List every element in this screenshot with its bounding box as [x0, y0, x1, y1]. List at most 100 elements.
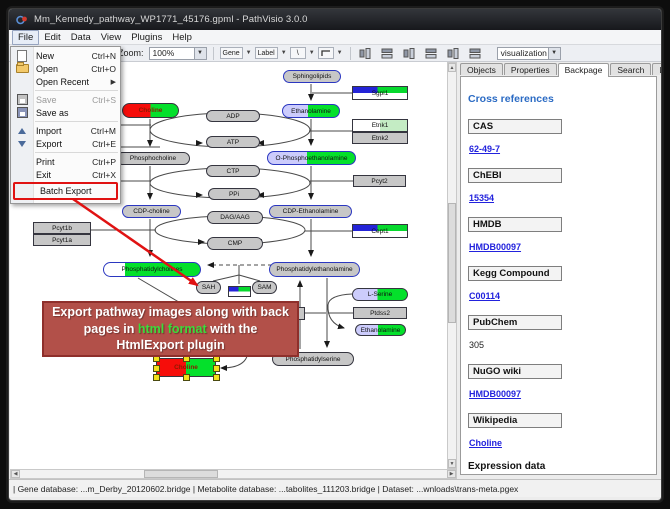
- selection-handle[interactable]: [153, 365, 160, 372]
- expression-data-heading: Expression data: [468, 461, 650, 472]
- tab-properties[interactable]: Properties: [504, 63, 557, 75]
- gene-tool-button[interactable]: Gene: [220, 47, 243, 59]
- menubar-item-edit[interactable]: Edit: [39, 31, 65, 44]
- pathway-node-ethanolamine-top[interactable]: Ethanolamine: [282, 104, 340, 118]
- backpage-value-cas[interactable]: 62-49-7: [469, 144, 500, 154]
- pathway-node-cdp-choline[interactable]: CDP-choline: [122, 205, 181, 218]
- pathway-node-etnk2[interactable]: Etnk2: [352, 132, 408, 144]
- menu-separator: [35, 121, 118, 122]
- file-menu-item-import[interactable]: ImportCtrl+M: [11, 124, 120, 137]
- menu-item-label: Print: [36, 157, 92, 167]
- chevron-down-icon[interactable]: ▼: [548, 48, 560, 59]
- backpage-section-chebi: ChEBI: [468, 168, 562, 183]
- align-center-y-icon[interactable]: [379, 47, 395, 60]
- selection-handle[interactable]: [153, 374, 160, 381]
- scroll-left-icon[interactable]: ◀: [11, 470, 20, 478]
- hscroll-thumb[interactable]: [144, 470, 218, 478]
- file-menu-item-save-as[interactable]: Save as: [11, 106, 120, 119]
- selection-handle[interactable]: [213, 365, 220, 372]
- pathway-node-pcyt1b[interactable]: Pcyt1b: [33, 222, 91, 234]
- pathway-node-cept1[interactable]: Cept1: [352, 224, 408, 238]
- new-document-icon: [14, 50, 30, 61]
- pathway-node-dag-aag[interactable]: DAG/AAG: [207, 211, 263, 224]
- pathway-node-pemt[interactable]: [228, 286, 251, 297]
- scroll-right-icon[interactable]: ▶: [447, 470, 456, 478]
- canvas-hscrollbar[interactable]: ◀ ▶: [10, 469, 457, 479]
- backpage-value-kegg-compound[interactable]: C00114: [469, 291, 500, 301]
- menu-bar: FileEditDataViewPluginsHelp: [9, 30, 661, 45]
- file-menu-item-export[interactable]: ExportCtrl+E: [11, 137, 120, 150]
- file-menu-item-print[interactable]: PrintCtrl+P: [11, 155, 120, 168]
- pathway-node-pcyt2[interactable]: Pcyt2: [353, 175, 406, 187]
- tab-search[interactable]: Search: [610, 63, 651, 75]
- tab-legend[interactable]: Legend: [652, 63, 662, 75]
- label-tool-button[interactable]: Label: [255, 47, 278, 59]
- chevron-down-icon[interactable]: ▼: [194, 48, 206, 59]
- pathway-node-l-serine[interactable]: L-Serine: [352, 288, 408, 301]
- chevron-down-icon[interactable]: ▼: [245, 50, 253, 56]
- pathway-node-cdp-ethanolamine[interactable]: CDP-Ethanolamine: [269, 205, 352, 218]
- pathway-node-sphingolipids[interactable]: Sphingolipids: [283, 70, 341, 83]
- stack-vertical-icon[interactable]: [401, 47, 417, 60]
- scroll-up-icon[interactable]: ▲: [448, 63, 456, 72]
- tab-backpage[interactable]: Backpage: [558, 63, 610, 77]
- backpage-value-wikipedia[interactable]: Choline: [469, 438, 502, 448]
- chevron-down-icon[interactable]: ▼: [336, 50, 344, 56]
- file-menu-item-batch-export[interactable]: Batch Export: [13, 182, 118, 200]
- pathway-node-o-phosphoethanolamine[interactable]: O-Phosphoethanolamine: [267, 151, 356, 165]
- pathway-node-pcyt1a[interactable]: Pcyt1a: [33, 234, 91, 246]
- menubar-item-help[interactable]: Help: [167, 31, 197, 44]
- pathway-node-choline-top[interactable]: Choline: [122, 103, 179, 118]
- pathway-node-ctp[interactable]: CTP: [206, 165, 260, 177]
- scroll-down-icon[interactable]: ▼: [448, 459, 456, 468]
- menu-item-label: Import: [36, 126, 91, 136]
- backpage-value-chebi[interactable]: 15354: [469, 193, 494, 203]
- menubar-item-view[interactable]: View: [96, 31, 126, 44]
- title-bar[interactable]: Mm_Kennedy_pathway_WP1771_45176.gpml - P…: [9, 9, 661, 30]
- pathway-node-etnk1[interactable]: Etnk1: [352, 119, 408, 132]
- file-menu-item-exit[interactable]: ExitCtrl+X: [11, 168, 120, 181]
- pathway-node-ptdss2[interactable]: Ptdss2: [353, 307, 407, 319]
- selection-handle[interactable]: [183, 374, 190, 381]
- menubar-item-data[interactable]: Data: [66, 31, 96, 44]
- align-center-x-icon[interactable]: [357, 47, 373, 60]
- side-panel: ObjectsPropertiesBackpageSearchLegend Cr…: [458, 62, 660, 479]
- backpage-value-nugo-wiki[interactable]: HMDB00097: [469, 389, 521, 399]
- chevron-down-icon[interactable]: ▼: [280, 50, 288, 56]
- save-icon: [14, 94, 30, 105]
- pathway-node-ppi[interactable]: PPi: [208, 188, 260, 200]
- alignment-icons: [357, 47, 483, 60]
- stack-horizontal-icon[interactable]: [423, 47, 439, 60]
- canvas-vscrollbar[interactable]: ▲ ▼: [447, 62, 457, 469]
- selection-handle[interactable]: [213, 374, 220, 381]
- tab-objects[interactable]: Objects: [460, 63, 503, 75]
- visualization-combobox[interactable]: visualization ▼: [497, 47, 561, 60]
- annotation-line3: HtmlExport plugin: [116, 337, 224, 354]
- pathway-node-phosphocholine[interactable]: Phosphocholine: [116, 152, 190, 165]
- vscroll-thumb[interactable]: [448, 203, 456, 323]
- file-menu-item-open[interactable]: OpenCtrl+O: [11, 62, 120, 75]
- pathway-node-atp[interactable]: ATP: [206, 136, 260, 148]
- pathway-node-phosphatidylcholines[interactable]: Phosphatidylcholines: [103, 262, 201, 277]
- pathway-node-sah[interactable]: SAH: [196, 281, 221, 294]
- file-menu-item-new[interactable]: NewCtrl+N: [11, 49, 120, 62]
- pathway-node-cmp[interactable]: CMP: [207, 237, 263, 250]
- backpage-value-hmdb[interactable]: HMDB00097: [469, 242, 521, 252]
- pathway-node-sgpl1[interactable]: Sgpl1: [352, 86, 408, 100]
- pathway-node-ethanolamine-bottom[interactable]: Ethanolamine: [355, 324, 406, 336]
- pathway-node-adp[interactable]: ADP: [206, 110, 260, 122]
- menu-item-label: Export: [36, 139, 92, 149]
- connector-tool-button[interactable]: [318, 47, 334, 59]
- line-tool-button[interactable]: \: [290, 47, 306, 59]
- pathway-node-phosphatidylethanolamine[interactable]: Phosphatidylethanolamine: [269, 262, 360, 277]
- pathway-node-sam[interactable]: SAM: [252, 281, 277, 294]
- zoom-combobox[interactable]: 100% ▼: [149, 47, 207, 60]
- side-panel-tabs: ObjectsPropertiesBackpageSearchLegend: [460, 63, 662, 77]
- menubar-item-plugins[interactable]: Plugins: [126, 31, 167, 44]
- file-menu-item-open-recent[interactable]: Open Recent▶: [11, 75, 120, 88]
- common-size-icon[interactable]: [467, 47, 483, 60]
- menubar-item-file[interactable]: File: [12, 30, 39, 45]
- file-menu-item-save[interactable]: SaveCtrl+S: [11, 93, 120, 106]
- chevron-down-icon[interactable]: ▼: [308, 50, 316, 56]
- align-top-icon[interactable]: [445, 47, 461, 60]
